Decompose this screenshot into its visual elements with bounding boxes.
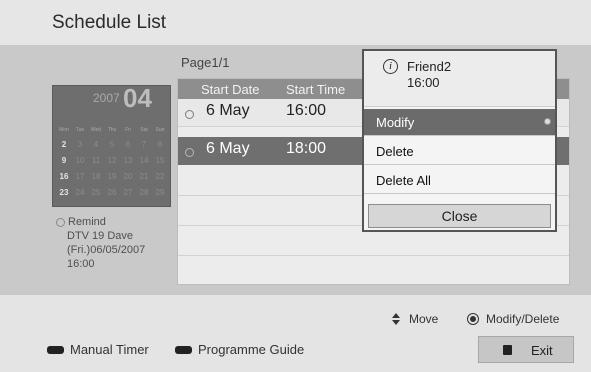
page-title: Schedule List bbox=[52, 12, 167, 33]
calendar-day: 29 bbox=[155, 188, 165, 197]
mini-calendar: 2007 04 Mon Tue Wed Thu Fri Sat Sun 2 3 … bbox=[52, 83, 171, 207]
weekday: Thu bbox=[107, 127, 117, 133]
calendar-week: 16 17 18 19 20 21 22 bbox=[56, 172, 168, 181]
scroll-indicator-icon bbox=[544, 118, 551, 125]
weekday: Sat bbox=[140, 127, 148, 133]
calendar-day: 15 bbox=[155, 156, 165, 165]
remind-time: 16:00 bbox=[67, 258, 95, 270]
calendar-day: 17 bbox=[75, 172, 85, 181]
programme-guide-button[interactable]: Programme Guide bbox=[175, 342, 304, 357]
weekday: Wed bbox=[90, 127, 102, 133]
row-time: 18:00 bbox=[286, 140, 327, 157]
calendar-day: 13 bbox=[123, 156, 133, 165]
program-name: Friend2 bbox=[407, 59, 452, 74]
info-icon: i bbox=[383, 59, 398, 74]
calendar-day: 21 bbox=[139, 172, 149, 181]
program-info: i Friend2 16:00 bbox=[364, 51, 555, 107]
calendar-day: 20 bbox=[123, 172, 133, 181]
remind-channel: DTV 19 Dave bbox=[67, 230, 134, 242]
calendar-day: 7 bbox=[141, 140, 147, 149]
row-divider bbox=[178, 255, 569, 256]
modify-label: Modify bbox=[376, 115, 415, 130]
move-label: Move bbox=[409, 312, 439, 326]
manual-timer-button[interactable]: Manual Timer bbox=[47, 342, 149, 357]
page-indicator: Page1/1 bbox=[181, 55, 230, 70]
modify-delete-label: Modify/Delete bbox=[486, 312, 560, 326]
exit-key-icon bbox=[503, 345, 512, 355]
calendar-day: 26 bbox=[107, 188, 117, 197]
options-popup: i Friend2 16:00 Modify Delete Delete All… bbox=[362, 49, 557, 232]
exit-label: Exit bbox=[531, 343, 553, 358]
calendar-day: 10 bbox=[75, 156, 85, 165]
row-time: 16:00 bbox=[286, 102, 327, 119]
exit-button[interactable]: Exit bbox=[478, 336, 574, 363]
calendar-day: 19 bbox=[107, 172, 117, 181]
clock-icon bbox=[56, 217, 65, 227]
calendar-day: 4 bbox=[93, 140, 99, 149]
calendar-day: 14 bbox=[139, 156, 149, 165]
column-start-date: Start Date bbox=[201, 82, 260, 97]
weekday: Fri bbox=[125, 127, 131, 133]
ok-button-icon bbox=[467, 313, 479, 325]
calendar-week: 9 10 11 12 13 14 15 bbox=[56, 156, 168, 165]
calendar-week: 2 3 4 5 6 7 8 bbox=[56, 140, 168, 149]
calendar-day: 5 bbox=[109, 140, 115, 149]
delete-option[interactable]: Delete bbox=[364, 138, 555, 165]
clock-icon bbox=[185, 110, 194, 119]
close-button[interactable]: Close bbox=[368, 204, 551, 228]
remind-title: Remind bbox=[68, 216, 106, 228]
calendar-day: 12 bbox=[107, 156, 117, 165]
calendar-day: 9 bbox=[61, 156, 67, 165]
column-start-time: Start Time bbox=[286, 82, 346, 97]
calendar-day: 2 bbox=[61, 140, 67, 149]
remind-date: (Fri.)06/05/2007 bbox=[67, 244, 146, 256]
calendar-day: 16 bbox=[59, 172, 69, 181]
calendar-day: 22 bbox=[155, 172, 165, 181]
calendar-day: 11 bbox=[91, 156, 101, 165]
up-down-arrow-icon bbox=[392, 313, 400, 325]
calendar-day: 8 bbox=[157, 140, 163, 149]
delete-all-option[interactable]: Delete All bbox=[364, 167, 555, 194]
red-key-icon bbox=[175, 345, 192, 354]
manual-timer-label: Manual Timer bbox=[70, 342, 149, 357]
program-time: 16:00 bbox=[407, 75, 440, 90]
calendar-day: 25 bbox=[91, 188, 101, 197]
clock-icon bbox=[185, 148, 194, 157]
calendar-day: 23 bbox=[59, 188, 69, 197]
calendar-weekdays: Mon Tue Wed Thu Fri Sat Sun bbox=[56, 127, 168, 133]
calendar-day: 24 bbox=[75, 188, 85, 197]
calendar-month: 04 bbox=[123, 83, 152, 113]
weekday: Sun bbox=[155, 127, 165, 133]
calendar-day: 3 bbox=[77, 140, 83, 149]
help-bar: Move Modify/Delete Manual Timer Programm… bbox=[0, 295, 591, 372]
weekday: Mon bbox=[59, 127, 69, 133]
modify-delete-hint: Modify/Delete bbox=[467, 312, 559, 326]
calendar-week: 23 24 25 26 27 28 29 bbox=[56, 188, 168, 197]
programme-guide-label: Programme Guide bbox=[198, 342, 305, 357]
calendar-day: 18 bbox=[91, 172, 101, 181]
calendar-day: 27 bbox=[123, 188, 133, 197]
modify-option[interactable]: Modify bbox=[364, 109, 555, 136]
row-date: 6 May bbox=[206, 102, 250, 119]
calendar-year: 2007 bbox=[93, 91, 120, 105]
calendar-day: 6 bbox=[125, 140, 131, 149]
remind-details: Remind DTV 19 Dave (Fri.)06/05/2007 16:0… bbox=[56, 215, 145, 271]
red-key-icon bbox=[47, 345, 64, 354]
calendar-day: 28 bbox=[139, 188, 149, 197]
move-hint: Move bbox=[392, 312, 438, 326]
weekday: Tue bbox=[75, 127, 85, 133]
title-bar: Schedule List bbox=[0, 0, 591, 45]
row-date: 6 May bbox=[206, 140, 250, 157]
